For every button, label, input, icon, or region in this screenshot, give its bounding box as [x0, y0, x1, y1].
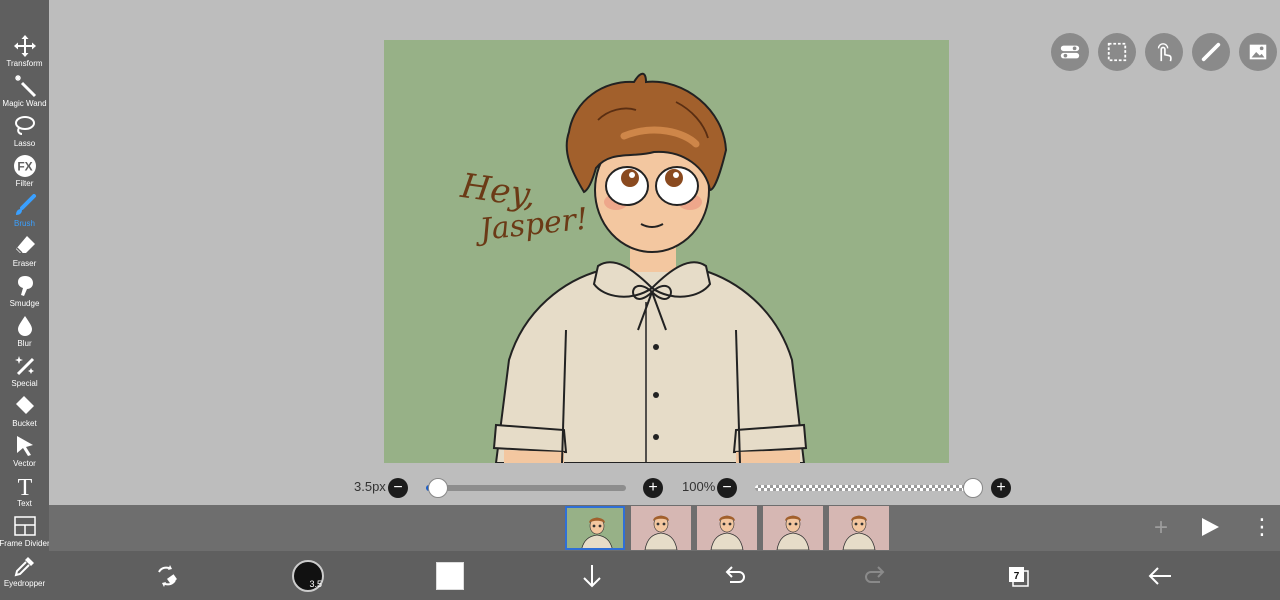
- play-icon: [1202, 518, 1219, 536]
- ruler-button[interactable]: [1192, 33, 1230, 71]
- svg-text:T: T: [17, 475, 32, 498]
- brush-size-decrease-button[interactable]: −: [388, 478, 408, 498]
- touch-button[interactable]: [1145, 33, 1183, 71]
- opacity-increase-button[interactable]: +: [991, 478, 1011, 498]
- swap-icon: [158, 565, 177, 587]
- tool-brush[interactable]: Brush: [0, 192, 49, 232]
- cursor-icon: [16, 436, 33, 456]
- tool-label: Eraser: [12, 259, 37, 268]
- play-button[interactable]: [1199, 516, 1221, 538]
- character-illustration: [492, 72, 808, 463]
- bucket-icon: [15, 396, 34, 414]
- text-icon: T: [17, 475, 32, 498]
- tool-label: Transform: [6, 59, 43, 68]
- frame-thumbnail[interactable]: [829, 506, 889, 550]
- layers-button[interactable]: 7: [1002, 560, 1034, 592]
- frame-preview: [581, 517, 613, 548]
- tool-label: Smudge: [9, 299, 40, 308]
- eyedropper-icon: [14, 557, 34, 577]
- tool-eyedropper[interactable]: Eyedropper: [0, 552, 49, 592]
- tool-transform[interactable]: Transform: [0, 32, 49, 72]
- drawing-canvas[interactable]: Hey, Jasper!: [384, 40, 949, 463]
- opacity-label: 100%: [682, 479, 716, 494]
- layer-toggle-icon: [1060, 45, 1080, 59]
- frame-preview: [842, 515, 876, 550]
- ruler-pen-icon: [1201, 42, 1221, 62]
- tool-label: Lasso: [13, 139, 36, 148]
- svg-text:FX: FX: [17, 160, 32, 174]
- frame-thumbnail[interactable]: [631, 506, 691, 550]
- tool-smudge[interactable]: Smudge: [0, 272, 49, 312]
- tool-sidebar: Transform Magic Wand Lasso FX Filter Bru…: [0, 0, 49, 600]
- brush-size-slider[interactable]: [426, 485, 626, 491]
- frame-divider-icon: [13, 516, 36, 536]
- layer-toggle-button[interactable]: [1051, 33, 1089, 71]
- svg-text:7: 7: [1014, 571, 1020, 582]
- tool-filter[interactable]: FX Filter: [0, 152, 49, 192]
- sparkle-icon: [14, 356, 34, 376]
- tool-bucket[interactable]: Bucket: [0, 392, 49, 432]
- frame-thumbnail[interactable]: [565, 506, 625, 550]
- image-import-button[interactable]: [1239, 33, 1277, 71]
- touch-icon: [1157, 43, 1172, 62]
- redo-button[interactable]: [860, 560, 892, 592]
- tool-text[interactable]: T Text: [0, 472, 49, 512]
- frame-preview: [776, 515, 810, 550]
- selection-icon: [1107, 42, 1127, 62]
- tool-lasso[interactable]: Lasso: [0, 112, 49, 152]
- tool-label: Eyedropper: [3, 579, 46, 588]
- color-swatch[interactable]: [436, 562, 464, 590]
- tool-label: Frame Divider: [0, 539, 49, 548]
- layers-icon: 7: [1009, 567, 1029, 587]
- brush-icon: [15, 194, 36, 215]
- tool-label: Text: [17, 499, 32, 508]
- tool-label: Brush: [14, 219, 35, 228]
- lasso-icon: [14, 116, 35, 135]
- tool-vector[interactable]: Vector: [0, 432, 49, 472]
- opacity-thumb[interactable]: [963, 478, 983, 498]
- opacity-decrease-button[interactable]: −: [717, 478, 737, 498]
- fx-icon: FX: [13, 155, 36, 177]
- arrow-left-icon: [1148, 567, 1171, 585]
- tool-label: Vector: [13, 459, 36, 468]
- redo-icon: [865, 566, 885, 583]
- tool-label: Special: [11, 379, 38, 388]
- add-frame-button[interactable]: +: [1154, 514, 1168, 542]
- brush-size-badge: 3.5: [309, 579, 322, 589]
- move-icon: [13, 35, 36, 57]
- frame-menu-button[interactable]: ⋮: [1251, 514, 1273, 540]
- smudge-icon: [17, 276, 33, 296]
- frame-preview: [644, 515, 678, 550]
- brush-size-thumb[interactable]: [428, 478, 448, 498]
- tool-magic-wand[interactable]: Magic Wand: [0, 72, 49, 112]
- brush-size-label: 3.5px: [354, 479, 386, 494]
- frame-preview: [710, 515, 744, 550]
- eraser-icon: [15, 236, 35, 254]
- tool-label: Bucket: [12, 419, 37, 428]
- undo-icon: [725, 566, 745, 583]
- undo-button[interactable]: [718, 560, 750, 592]
- download-button[interactable]: [576, 560, 608, 592]
- frame-thumbnail[interactable]: [763, 506, 823, 550]
- selection-button[interactable]: [1098, 33, 1136, 71]
- bottom-toolbar: [49, 551, 1280, 600]
- tool-frame-divider[interactable]: Frame Divider: [0, 512, 49, 552]
- arrow-down-icon: [583, 565, 601, 588]
- tool-blur[interactable]: Blur: [0, 312, 49, 352]
- brush-size-increase-button[interactable]: +: [643, 478, 663, 498]
- opacity-slider[interactable]: [755, 485, 973, 491]
- image-icon: [1249, 44, 1267, 60]
- tool-eraser[interactable]: Eraser: [0, 232, 49, 272]
- frame-thumbnail[interactable]: [697, 506, 757, 550]
- back-button[interactable]: [1144, 560, 1176, 592]
- magic-wand-icon: [14, 75, 36, 98]
- tool-label: Magic Wand: [2, 99, 47, 108]
- tool-label: Blur: [17, 339, 32, 348]
- drop-icon: [17, 316, 32, 336]
- swap-button[interactable]: [151, 560, 183, 592]
- tool-label: Filter: [15, 179, 34, 188]
- brush-size-indicator[interactable]: 3.5: [292, 560, 324, 592]
- tool-special[interactable]: Special: [0, 352, 49, 392]
